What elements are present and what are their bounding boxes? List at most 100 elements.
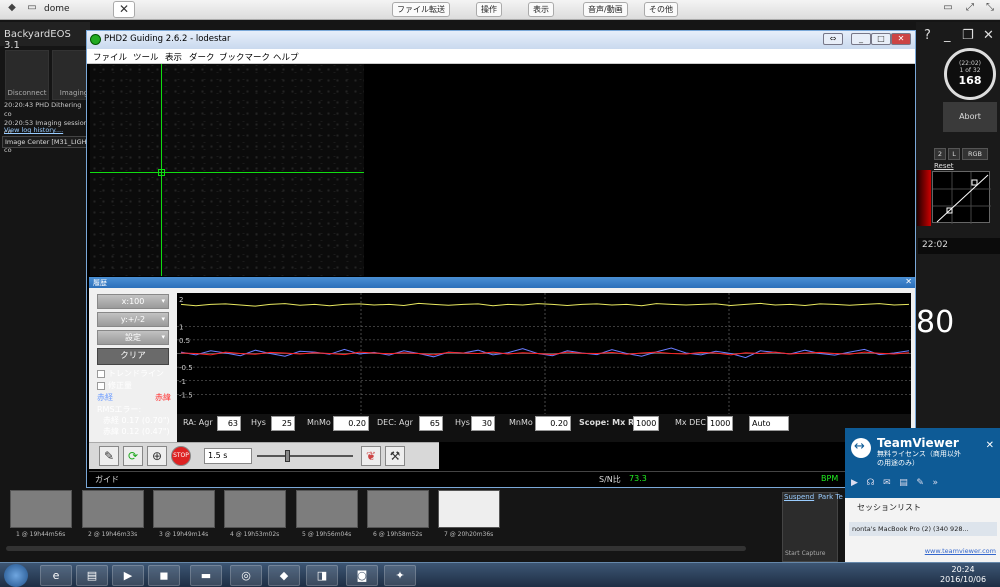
mx-ra-input[interactable]: 1000 — [633, 416, 659, 431]
hist-2-button[interactable]: 2 — [934, 148, 946, 160]
teamviewer-panel: TeamViewer ✕ 無料ライセンス（商用以外 の用途のみ） ▶ ☊ ✉ ▤… — [845, 428, 1000, 562]
teamviewer-link[interactable]: www.teamviewer.com — [925, 547, 996, 555]
ra-mnmo-input[interactable]: 0.20 — [333, 416, 369, 431]
settings-dropdown[interactable]: 設定 — [97, 330, 169, 345]
mx-dec-input[interactable]: 1000 — [707, 416, 733, 431]
whiteboard-icon[interactable]: ✎ — [916, 478, 924, 488]
curve-editor[interactable] — [932, 171, 991, 224]
abort-button[interactable]: Abort — [943, 102, 997, 132]
thumbnail[interactable] — [438, 490, 500, 528]
cam-settings-icon[interactable]: ⚒ — [385, 446, 405, 466]
ra-agr-input[interactable]: 63 — [217, 416, 241, 431]
guide-graph[interactable]: 2 1 0.5 -0.5 -1 -1.5 — [177, 293, 911, 414]
media-icon[interactable]: ▶ — [112, 565, 144, 586]
headset-icon[interactable]: ☊ — [867, 478, 875, 488]
y-tick-label: -1 — [179, 378, 186, 386]
counter-of: 1 of 32 — [959, 67, 981, 74]
menu-dark[interactable]: ダーク — [189, 51, 215, 63]
loop-icon[interactable]: ⟳ — [123, 446, 143, 466]
suspend-link[interactable]: Suspend — [784, 493, 814, 501]
brain-icon[interactable]: ❦ — [361, 446, 381, 466]
dec-mnmo-input[interactable]: 0.20 — [535, 416, 571, 431]
teamviewer-license: 無料ライセンス（商用以外 の用途のみ） — [877, 450, 961, 468]
close-icon[interactable]: ✕ — [891, 33, 911, 45]
checkbox-icon[interactable] — [97, 369, 105, 378]
video-icon[interactable]: ▶ — [851, 478, 858, 488]
folder-icon[interactable]: ▬ — [190, 565, 222, 586]
fullscreen-icon[interactable]: ⤢ — [962, 2, 978, 17]
chat-icon[interactable]: ✉ — [883, 478, 891, 488]
menu-view[interactable]: 表示 — [165, 51, 182, 63]
explorer-icon[interactable]: ▤ — [76, 565, 108, 586]
pencil-icon[interactable]: ✎ — [99, 446, 119, 466]
minimize-icon[interactable]: _ — [851, 33, 871, 45]
reset-link[interactable]: Reset — [934, 162, 954, 170]
close-icon[interactable]: ✕ — [986, 440, 994, 451]
thumbnail[interactable] — [367, 490, 429, 528]
camera-icon[interactable]: ◙ — [346, 565, 378, 586]
app-icon[interactable]: ◼ — [148, 565, 180, 586]
clock-date: 2016/10/06 — [940, 575, 987, 584]
ra-hys-input[interactable]: 25 — [271, 416, 295, 431]
restore-icon[interactable]: ⇔ — [823, 33, 843, 45]
view-log-link[interactable]: View log history.... — [4, 126, 63, 134]
clear-button[interactable]: クリア — [97, 348, 169, 365]
dec-legend: 赤緯 — [155, 393, 171, 402]
help-icon[interactable]: ? — [924, 28, 931, 43]
menu-file[interactable]: ファイル — [93, 51, 127, 63]
thumbnail-scrollbar[interactable] — [6, 546, 746, 551]
dec-agr-input[interactable]: 65 — [419, 416, 443, 431]
thumbnail[interactable] — [296, 490, 358, 528]
phd-icon[interactable]: ◎ — [230, 565, 262, 586]
more-button[interactable]: その他 — [644, 2, 678, 17]
trendline-checkbox[interactable]: トレンドライン — [97, 368, 164, 379]
close-tab-button[interactable]: ✕ — [113, 1, 135, 18]
guide-target-icon[interactable]: ⊕ — [147, 446, 167, 466]
mode-dropdown[interactable]: Auto — [749, 416, 789, 431]
gamma-slider-knob[interactable] — [285, 450, 290, 462]
thumbnail-label: 5 @ 19h56m04s — [302, 531, 352, 538]
y-scale-dropdown[interactable]: y:+/-2 — [97, 312, 169, 327]
ie-icon[interactable]: e — [40, 565, 72, 586]
menu-bookmarks[interactable]: ブックマーク — [219, 51, 270, 63]
session-item[interactable]: nonta's MacBook Pro (2) (340 928... — [849, 522, 997, 536]
license-line: 無料ライセンス（商用以外 — [877, 450, 961, 458]
minimize-icon[interactable]: ▭ — [940, 2, 956, 17]
x-scale-dropdown[interactable]: x:100 — [97, 294, 169, 309]
close-icon[interactable]: ✕ — [905, 277, 912, 286]
files-icon[interactable]: ▤ — [899, 478, 908, 488]
file-transfer-button[interactable]: ファイル転送 — [392, 2, 450, 17]
thumbnail[interactable] — [82, 490, 144, 528]
view-button[interactable]: 表示 — [528, 2, 554, 17]
minimize-icon[interactable]: _ — [944, 28, 951, 43]
thumbnail[interactable] — [224, 490, 286, 528]
actions-button[interactable]: 操作 — [476, 2, 502, 17]
maximize-icon[interactable]: □ — [871, 33, 891, 45]
start-capture-button[interactable]: Start Capture — [782, 492, 838, 562]
rms-dec: 赤緯 0.12 (0.47") — [103, 427, 170, 436]
audio-video-button[interactable]: 音声/動画 — [583, 2, 628, 17]
park-link[interactable]: Park Te — [818, 493, 843, 501]
expand-icon[interactable]: ⤡ — [982, 2, 998, 17]
menu-help[interactable]: ヘルプ — [273, 51, 299, 63]
exposure-dropdown[interactable]: 1.5 s — [204, 448, 252, 464]
hist-l-button[interactable]: L — [948, 148, 960, 160]
gamma-slider[interactable] — [257, 455, 353, 457]
dec-hys-input[interactable]: 30 — [471, 416, 495, 431]
disconnect-button[interactable]: Disconnect — [5, 50, 49, 100]
thumbnail[interactable] — [10, 490, 72, 528]
start-button[interactable] — [4, 564, 28, 587]
thumbnail[interactable] — [153, 490, 215, 528]
backyard-icon[interactable]: ◨ — [306, 565, 338, 586]
hist-rgb-button[interactable]: RGB — [962, 148, 988, 160]
app2-icon[interactable]: ✦ — [384, 565, 416, 586]
tool-icon[interactable]: ◆ — [268, 565, 300, 586]
restore-icon[interactable]: ❐ — [962, 28, 974, 43]
correction-checkbox[interactable]: 修正量 — [97, 380, 132, 391]
stop-icon[interactable]: STOP — [171, 446, 191, 466]
checkbox-icon[interactable] — [97, 381, 105, 390]
close-icon[interactable]: ✕ — [983, 28, 994, 43]
more-icon[interactable]: » — [933, 478, 939, 488]
guide-camera-image[interactable] — [90, 64, 364, 276]
menu-tools[interactable]: ツール — [133, 51, 159, 63]
